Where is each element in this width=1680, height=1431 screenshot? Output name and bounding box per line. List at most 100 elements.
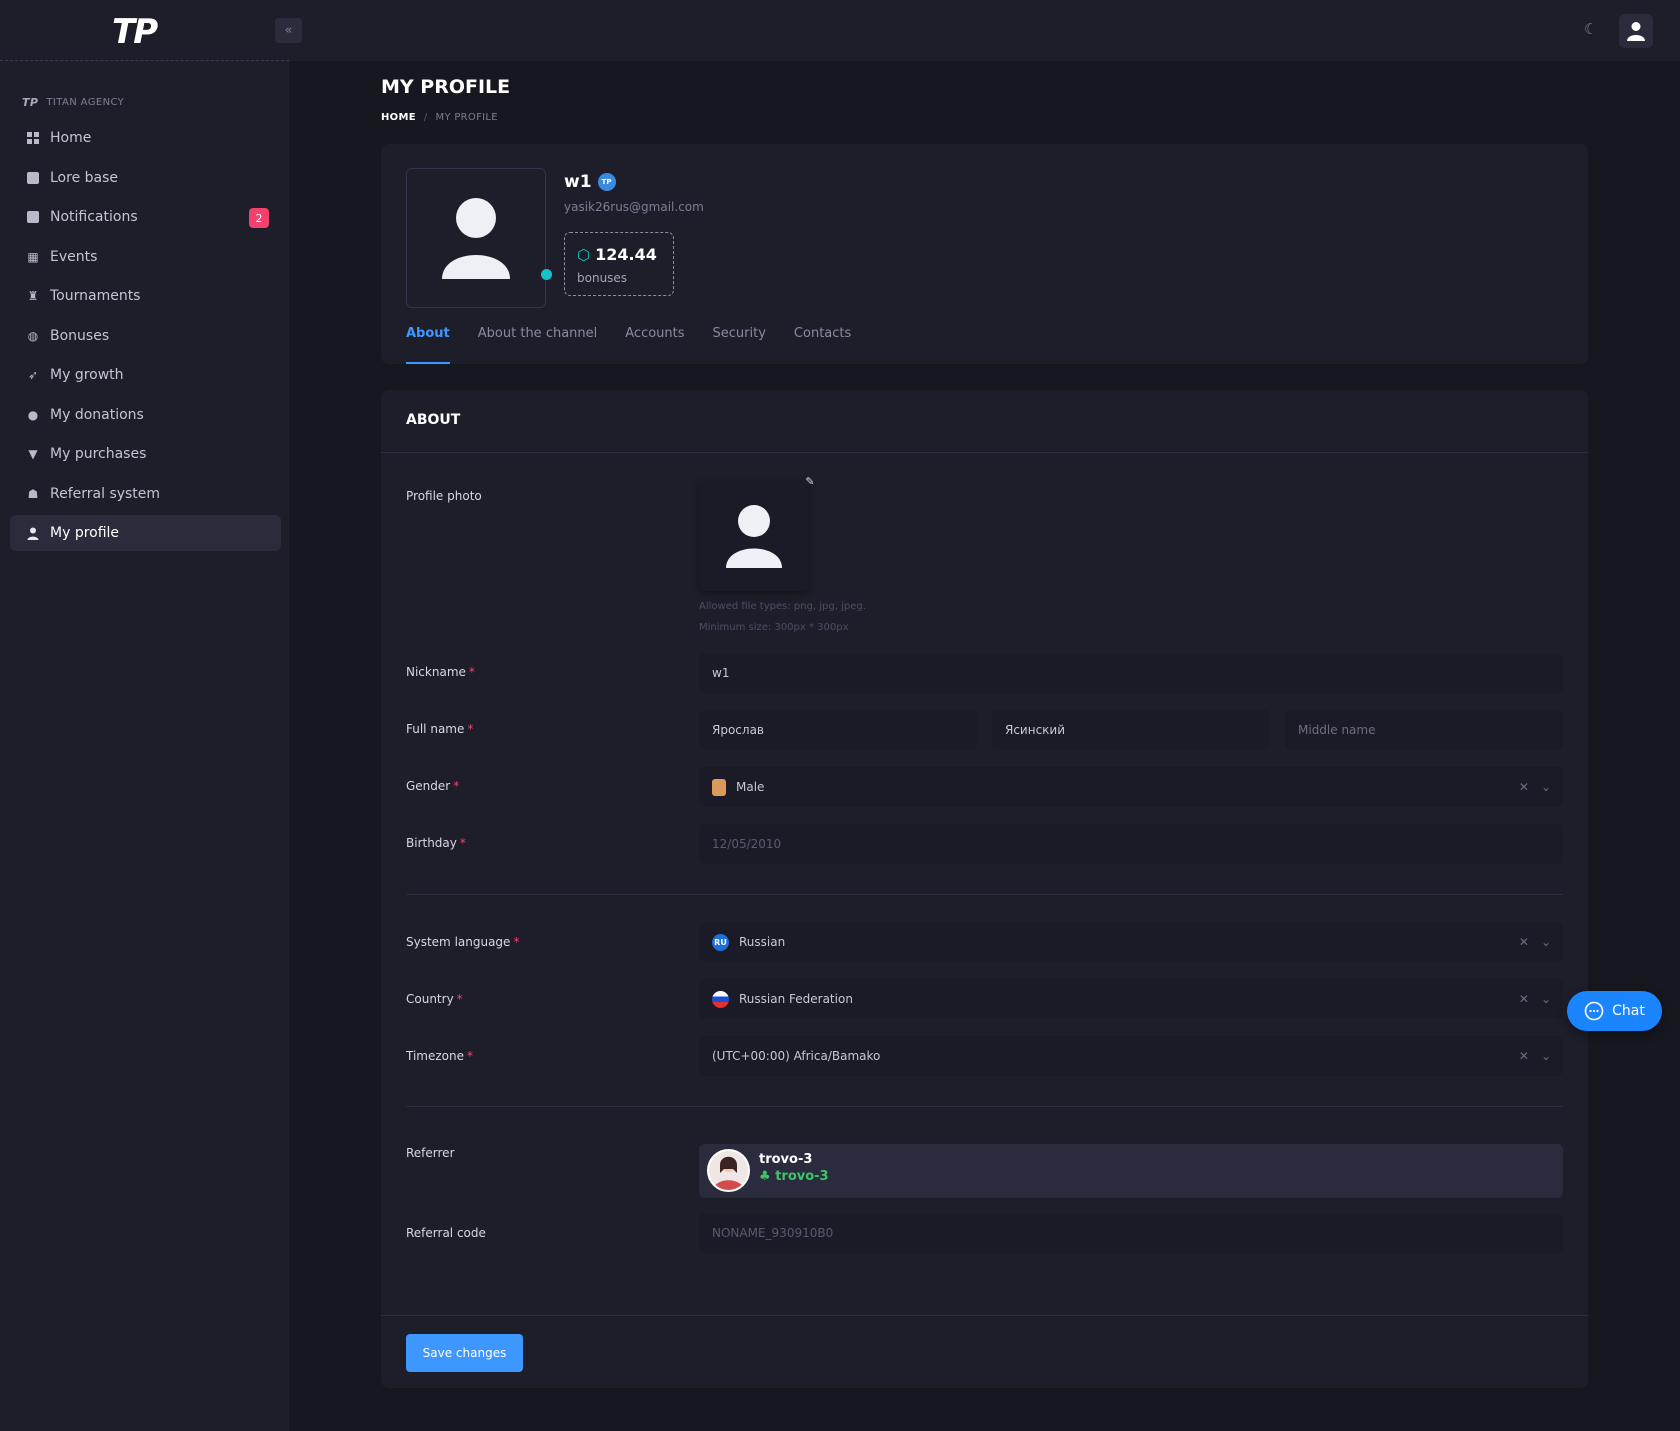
sidebar-item-home[interactable]: Home (10, 120, 281, 156)
sidebar-item-label: Lore base (50, 169, 119, 186)
nickname-label: Nickname * (406, 665, 475, 679)
about-title: ABOUT (381, 390, 1588, 453)
language-label-text: System language (406, 935, 511, 949)
sidebar-item-tournaments[interactable]: ♜ Tournaments (10, 278, 281, 314)
select-controls: ✕ ⌄ (1519, 780, 1551, 794)
moon-icon[interactable]: ☾ (1584, 20, 1600, 38)
profile-name: w1 (564, 172, 592, 192)
sidebar: TP TP TITAN AGENCY Home Lore base Notifi… (0, 0, 289, 1431)
middle-name-placeholder: Middle name (1298, 723, 1376, 737)
chevron-down-icon[interactable]: ⌄ (1541, 780, 1551, 794)
birthday-value: 12/05/2010 (712, 837, 782, 851)
nickname-input[interactable]: w1 (699, 653, 1563, 693)
tab-security[interactable]: Security (713, 320, 766, 364)
user-menu-button[interactable] (1619, 14, 1653, 48)
russia-flag-icon (712, 990, 729, 1008)
sidebar-item-bonuses[interactable]: ◍ Bonuses (10, 318, 281, 354)
chevron-down-icon[interactable]: ⌄ (1541, 1049, 1551, 1063)
chat-button[interactable]: Chat (1567, 991, 1662, 1031)
birthday-input[interactable]: 12/05/2010 (699, 824, 1563, 864)
clear-icon[interactable]: ✕ (1519, 992, 1529, 1006)
clear-icon[interactable]: ✕ (1519, 1049, 1529, 1063)
referral-code-input[interactable]: NONAME_930910B0 (699, 1213, 1563, 1253)
brand-bar: TP (0, 0, 289, 61)
profile-name-row: w1 TP (564, 172, 616, 192)
sidebar-item-label: My growth (50, 367, 124, 383)
referral-code-value: NONAME_930910B0 (712, 1226, 834, 1240)
bonus-value-row: ⬡ 124.44 (577, 245, 657, 264)
profile-card: w1 TP yasik26rus@gmail.com ⬡ 124.44 bonu… (381, 144, 1588, 364)
profile-photo-preview[interactable] (699, 481, 809, 591)
chat-label: Chat (1612, 1003, 1645, 1019)
gender-label: Gender * (406, 779, 459, 793)
sidebar-collapse-button[interactable]: « (275, 18, 302, 43)
last-name-input[interactable]: Ясинский (992, 710, 1270, 750)
coins-icon: ◍ (27, 328, 39, 343)
timezone-label-text: Timezone (406, 1049, 464, 1063)
rocket-icon: ➶ (27, 368, 39, 382)
sidebar-item-notifications[interactable]: Notifications 2 (10, 199, 281, 235)
profile-photo-label: Profile photo (406, 489, 482, 503)
sidebar-item-lore-base[interactable]: Lore base (10, 160, 281, 196)
pencil-icon[interactable]: ✎ (801, 472, 819, 490)
logo[interactable]: TP (112, 12, 158, 52)
nickname-label-text: Nickname (406, 665, 466, 679)
first-name-input[interactable]: Ярослав (699, 710, 977, 750)
referrer-handle-text: trovo-3 (775, 1169, 829, 1184)
country-select[interactable]: Russian Federation ✕ ⌄ (699, 979, 1563, 1019)
tab-accounts[interactable]: Accounts (625, 320, 684, 364)
user-icon (1627, 22, 1645, 41)
last-name-value: Ясинский (1005, 723, 1066, 737)
footer-divider (381, 1315, 1588, 1316)
cart-icon: ▼ (28, 447, 38, 461)
sidebar-item-my-purchases[interactable]: ▼ My purchases (10, 436, 281, 472)
notification-icon (26, 210, 40, 224)
sidebar-item-my-profile[interactable]: My profile (10, 515, 281, 551)
language-value: Russian (739, 935, 786, 949)
clear-icon[interactable]: ✕ (1519, 935, 1529, 949)
about-card: ABOUT Profile photo ✎ Allowed file types… (381, 390, 1588, 1388)
first-name-value: Ярослав (712, 723, 764, 737)
section-logo: TP (22, 96, 39, 109)
photo-hint-size: Minimum size: 300px * 300px (699, 622, 849, 633)
referrer-label: Referrer (406, 1146, 455, 1160)
divider (406, 1106, 1563, 1107)
required-mark: * (468, 665, 475, 679)
required-mark: * (467, 722, 474, 736)
required-mark: * (513, 935, 520, 949)
refcode-label: Referral code (406, 1226, 486, 1240)
nickname-value: w1 (712, 666, 730, 680)
trovo-icon: ♣ (759, 1169, 776, 1184)
middle-name-input[interactable]: Middle name (1285, 710, 1563, 750)
male-avatar-icon (712, 778, 726, 796)
sidebar-item-my-growth[interactable]: ➶ My growth (10, 357, 281, 393)
tab-about-the-channel[interactable]: About the channel (478, 320, 597, 364)
country-value: Russian Federation (739, 992, 853, 1006)
sidebar-nav: Home Lore base Notifications 2 ▦ Events … (10, 120, 281, 555)
clear-icon[interactable]: ✕ (1519, 780, 1529, 794)
birthday-label-text: Birthday (406, 836, 457, 850)
language-select[interactable]: RU Russian ✕ ⌄ (699, 922, 1563, 962)
sidebar-section-label: TP TITAN AGENCY (22, 96, 124, 109)
chevron-down-icon[interactable]: ⌄ (1541, 935, 1551, 949)
sidebar-item-events[interactable]: ▦ Events (10, 239, 281, 275)
user-icon (26, 526, 40, 540)
timezone-select[interactable]: (UTC+00:00) Africa/Bamako ✕ ⌄ (699, 1036, 1563, 1076)
save-changes-button[interactable]: Save changes (406, 1334, 523, 1372)
chevron-down-icon[interactable]: ⌄ (1541, 992, 1551, 1006)
page-title: MY PROFILE (381, 76, 511, 98)
breadcrumb-home[interactable]: HOME (381, 112, 416, 123)
sidebar-item-my-donations[interactable]: ● My donations (10, 397, 281, 433)
gender-select[interactable]: Male ✕ ⌄ (699, 767, 1563, 807)
referrer-card[interactable]: trovo-3 ♣ trovo-3 (699, 1144, 1563, 1198)
bonus-label: bonuses (577, 271, 628, 285)
book-icon (26, 171, 40, 185)
gender-value: Male (736, 780, 765, 794)
required-mark: * (459, 836, 466, 850)
tab-contacts[interactable]: Contacts (794, 320, 851, 364)
sidebar-item-referral-system[interactable]: ☗ Referral system (10, 476, 281, 512)
required-mark: * (453, 779, 460, 793)
people-icon: ☗ (27, 486, 39, 501)
breadcrumb: HOME / MY PROFILE (381, 112, 498, 123)
tab-about[interactable]: About (406, 320, 450, 364)
